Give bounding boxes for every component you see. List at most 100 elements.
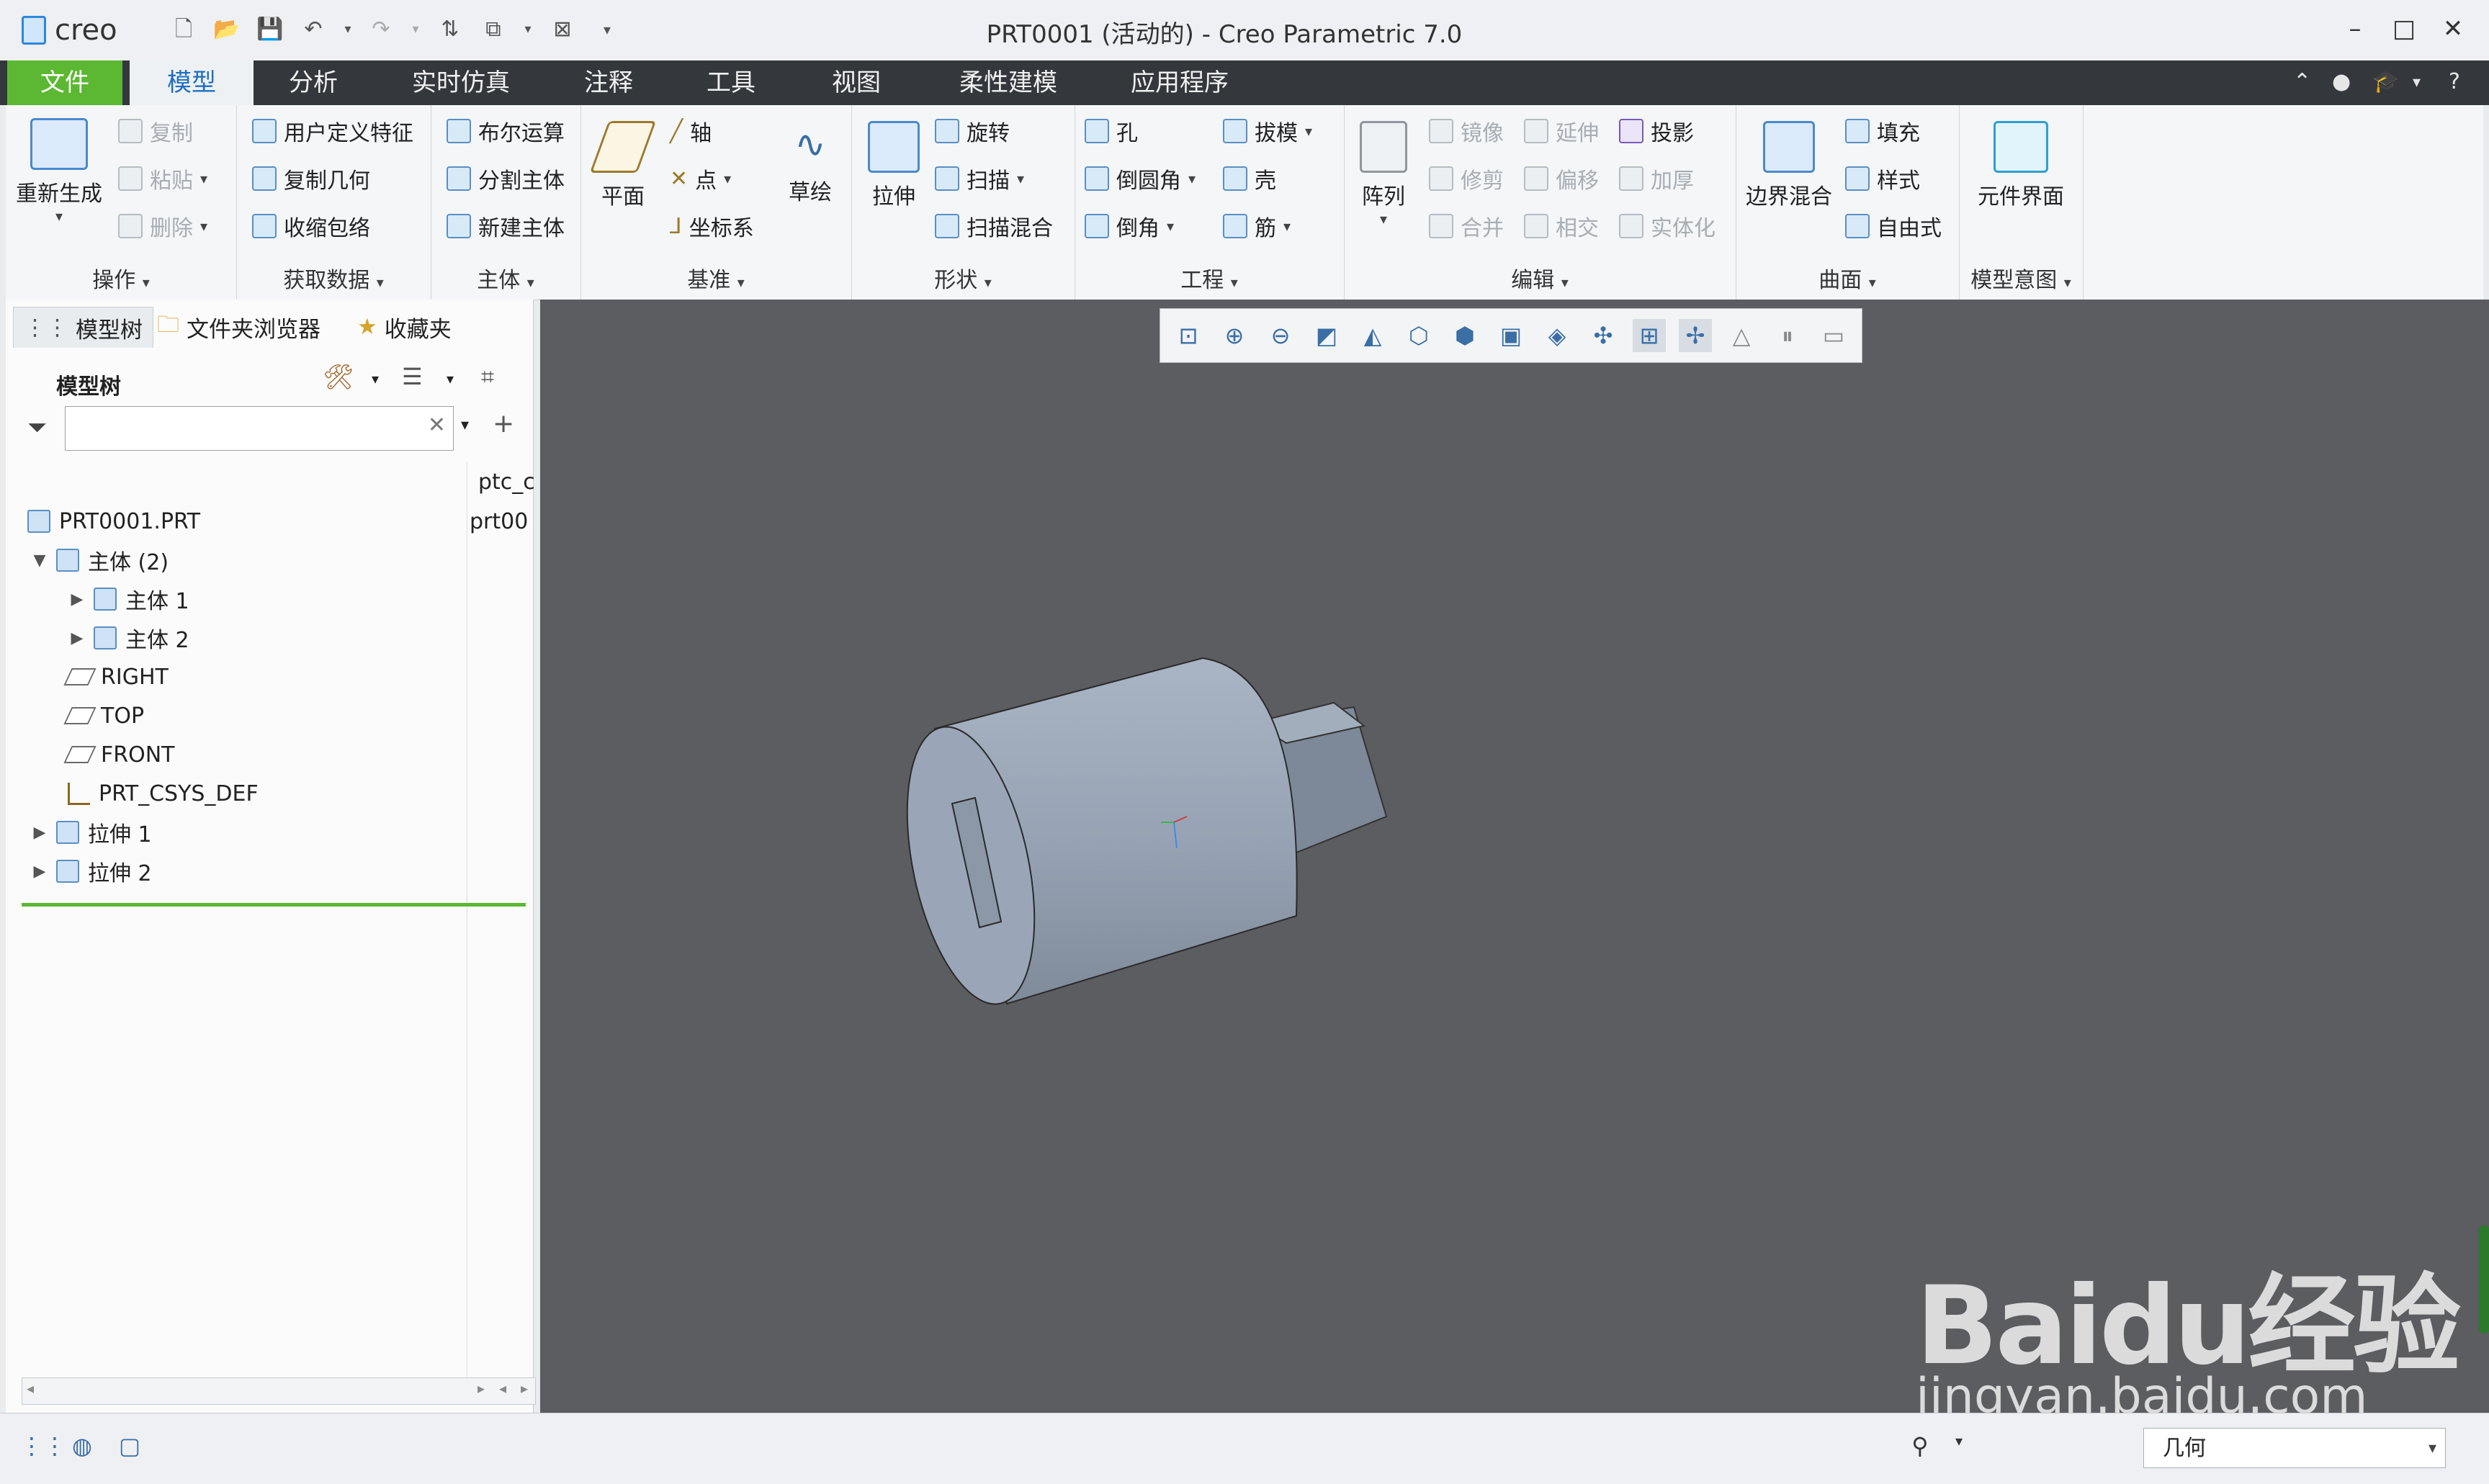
solidify-button[interactable]: 实体化 [1619,210,1716,242]
tree-row-extrude-2[interactable]: ▶ 拉伸 2 [32,854,152,889]
extrude-button[interactable]: 拉伸 [861,121,926,210]
column-header[interactable]: ptc_c [478,469,535,495]
tab-flexible-modeling[interactable]: 柔性建模 [943,60,1073,105]
intersect-button[interactable]: 相交 [1524,210,1599,242]
windows-dropdown-icon[interactable]: ▾ [516,17,540,42]
sketch-button[interactable]: ∿ 草绘 [779,121,841,206]
tree-row-top-plane[interactable]: TOP [63,698,144,733]
tree-row-right-plane[interactable]: RIGHT [63,660,169,694]
column-scroll-right-icon[interactable]: ▸ [521,1380,528,1397]
selection-filter-select[interactable]: 几何 ▾ [2143,1428,2446,1468]
redo-icon[interactable]: ↷ [369,17,393,42]
draft-dropdown-icon[interactable]: ▾ [1305,122,1312,140]
tree-search-input[interactable]: ✕ [65,406,454,451]
tree-row-part[interactable]: PRT0001.PRT [27,504,200,539]
regenerate-dropdown-icon[interactable]: ▾ [16,207,102,225]
group-surfaces-label[interactable]: 曲面 ▾ [1736,262,1959,294]
copy-button[interactable]: 复制 [118,115,193,147]
mirror-button[interactable]: 镜像 [1429,115,1504,147]
collapse-arrow-icon[interactable]: ▼ [32,552,48,570]
group-datum-label[interactable]: 基准 ▾ [580,262,851,294]
minimize-button[interactable]: – [2339,14,2371,43]
show-dropdown-icon[interactable]: ▾ [447,370,454,387]
tab-view[interactable]: 视图 [810,60,903,105]
swept-blend-button[interactable]: 扫描混合 [935,210,1053,242]
axis-button[interactable]: ╱ 轴 [670,115,712,147]
chamfer-button[interactable]: 倒角 ▾ [1085,210,1174,242]
csys-button[interactable]: ⅃ 坐标系 [670,210,754,242]
merge-button[interactable]: 合并 [1429,210,1504,242]
tab-file[interactable]: 文件 [7,60,122,105]
tree-row-csys[interactable]: PRT_CSYS_DEF [68,776,259,811]
filter-icon[interactable]: ⏷ [27,413,47,442]
shell-button[interactable]: 壳 [1223,163,1276,194]
learning-icon[interactable]: 🎓 [2372,69,2399,94]
paste-button[interactable]: 粘贴 ▾ [118,163,207,194]
pattern-dropdown-icon[interactable]: ▾ [1351,210,1416,228]
add-column-icon[interactable]: + [493,409,514,439]
trim-button[interactable]: 修剪 [1429,163,1504,194]
expand-arrow-icon[interactable]: ▶ [32,863,48,881]
point-dropdown-icon[interactable]: ▾ [724,170,731,187]
tab-favorites[interactable]: ★ 收藏夹 [357,307,452,347]
boundary-blend-button[interactable]: 边界混合 [1739,121,1839,210]
boolean-button[interactable]: 布尔运算 [447,115,565,147]
user-icon[interactable]: ● [2332,69,2351,94]
tab-model-tree[interactable]: ⋮⋮ 模型树 [13,307,153,348]
clear-search-icon[interactable]: ✕ [428,413,446,438]
expand-arrow-icon[interactable]: ▶ [69,590,85,608]
tree-row-body-1[interactable]: ▶ 主体 1 [69,582,189,616]
expand-arrow-icon[interactable]: ▶ [69,629,85,647]
selection-filter-dropdown-icon[interactable]: ▾ [2429,1429,2436,1469]
group-editing-label[interactable]: 编辑 ▾ [1344,262,1736,294]
expand-arrow-icon[interactable]: ▶ [32,824,48,842]
tab-applications[interactable]: 应用程序 [1119,60,1240,105]
group-engineering-label[interactable]: 工程 ▾ [1075,262,1344,294]
copy-geometry-button[interactable]: 复制几何 [252,163,370,194]
tab-model[interactable]: 模型 [130,60,254,105]
insert-here-marker[interactable] [22,903,526,907]
revolve-button[interactable]: 旋转 [935,115,1010,147]
search-dropdown-icon[interactable]: ▾ [461,416,469,434]
offset-button[interactable]: 偏移 [1524,163,1599,194]
draft-button[interactable]: 拔模 ▾ [1223,115,1312,147]
thicken-button[interactable]: 加厚 [1619,163,1694,194]
rib-dropdown-icon[interactable]: ▾ [1283,217,1291,235]
chamfer-dropdown-icon[interactable]: ▾ [1167,217,1174,235]
style-button[interactable]: 样式 [1845,163,1920,194]
sweep-dropdown-icon[interactable]: ▾ [1017,170,1024,187]
new-file-icon[interactable]: 🗋 [171,17,196,42]
fill-button[interactable]: 填充 [1845,115,1920,147]
windows-icon[interactable]: ⧉ [481,17,506,42]
tree-row-front-plane[interactable]: FRONT [63,737,174,772]
more-dropdown-icon[interactable]: ▾ [2413,73,2421,91]
shrinkwrap-button[interactable]: 收缩包络 [252,210,370,242]
tree-row-bodies[interactable]: ▼ 主体 (2) [32,543,169,577]
settings-dropdown-icon[interactable]: ▾ [372,370,379,387]
tree-row-body-2[interactable]: ▶ 主体 2 [69,621,189,655]
full-screen-icon[interactable]: ▢ [115,1432,144,1461]
tree-row-extrude-1[interactable]: ▶ 拉伸 1 [32,815,152,850]
find-icon[interactable]: ⚲ [1906,1432,1934,1461]
group-get-data-label[interactable]: 获取数据 ▾ [236,262,431,294]
scroll-right-icon[interactable]: ▸ [477,1380,485,1397]
freestyle-button[interactable]: 自由式 [1845,210,1942,242]
tab-analysis[interactable]: 分析 [266,60,360,105]
project-button[interactable]: 投影 [1619,115,1694,147]
group-model-intent-label[interactable]: 模型意图 ▾ [1959,262,2083,294]
sweep-button[interactable]: 扫描 ▾ [935,163,1024,194]
undo-dropdown-icon[interactable]: ▾ [336,17,360,42]
settings-tools-icon[interactable]: 🛠 [323,363,354,392]
round-dropdown-icon[interactable]: ▾ [1188,170,1196,187]
hide-tree-items-icon[interactable]: ⌗ [481,363,494,391]
column-scroll-left-icon[interactable]: ◂ [499,1380,506,1397]
group-operations-label[interactable]: 操作 ▾ [6,262,236,294]
hole-button[interactable]: 孔 [1085,115,1138,147]
maximize-button[interactable]: □ [2388,14,2420,43]
delete-dropdown-icon[interactable]: ▾ [200,217,207,235]
udf-button[interactable]: 用户定义特征 [252,115,413,147]
delete-button[interactable]: 删除 ▾ [118,210,207,242]
extend-button[interactable]: 延伸 [1524,115,1599,147]
show-options-icon[interactable]: ☰ [402,363,423,390]
undo-icon[interactable]: ↶ [301,17,326,42]
